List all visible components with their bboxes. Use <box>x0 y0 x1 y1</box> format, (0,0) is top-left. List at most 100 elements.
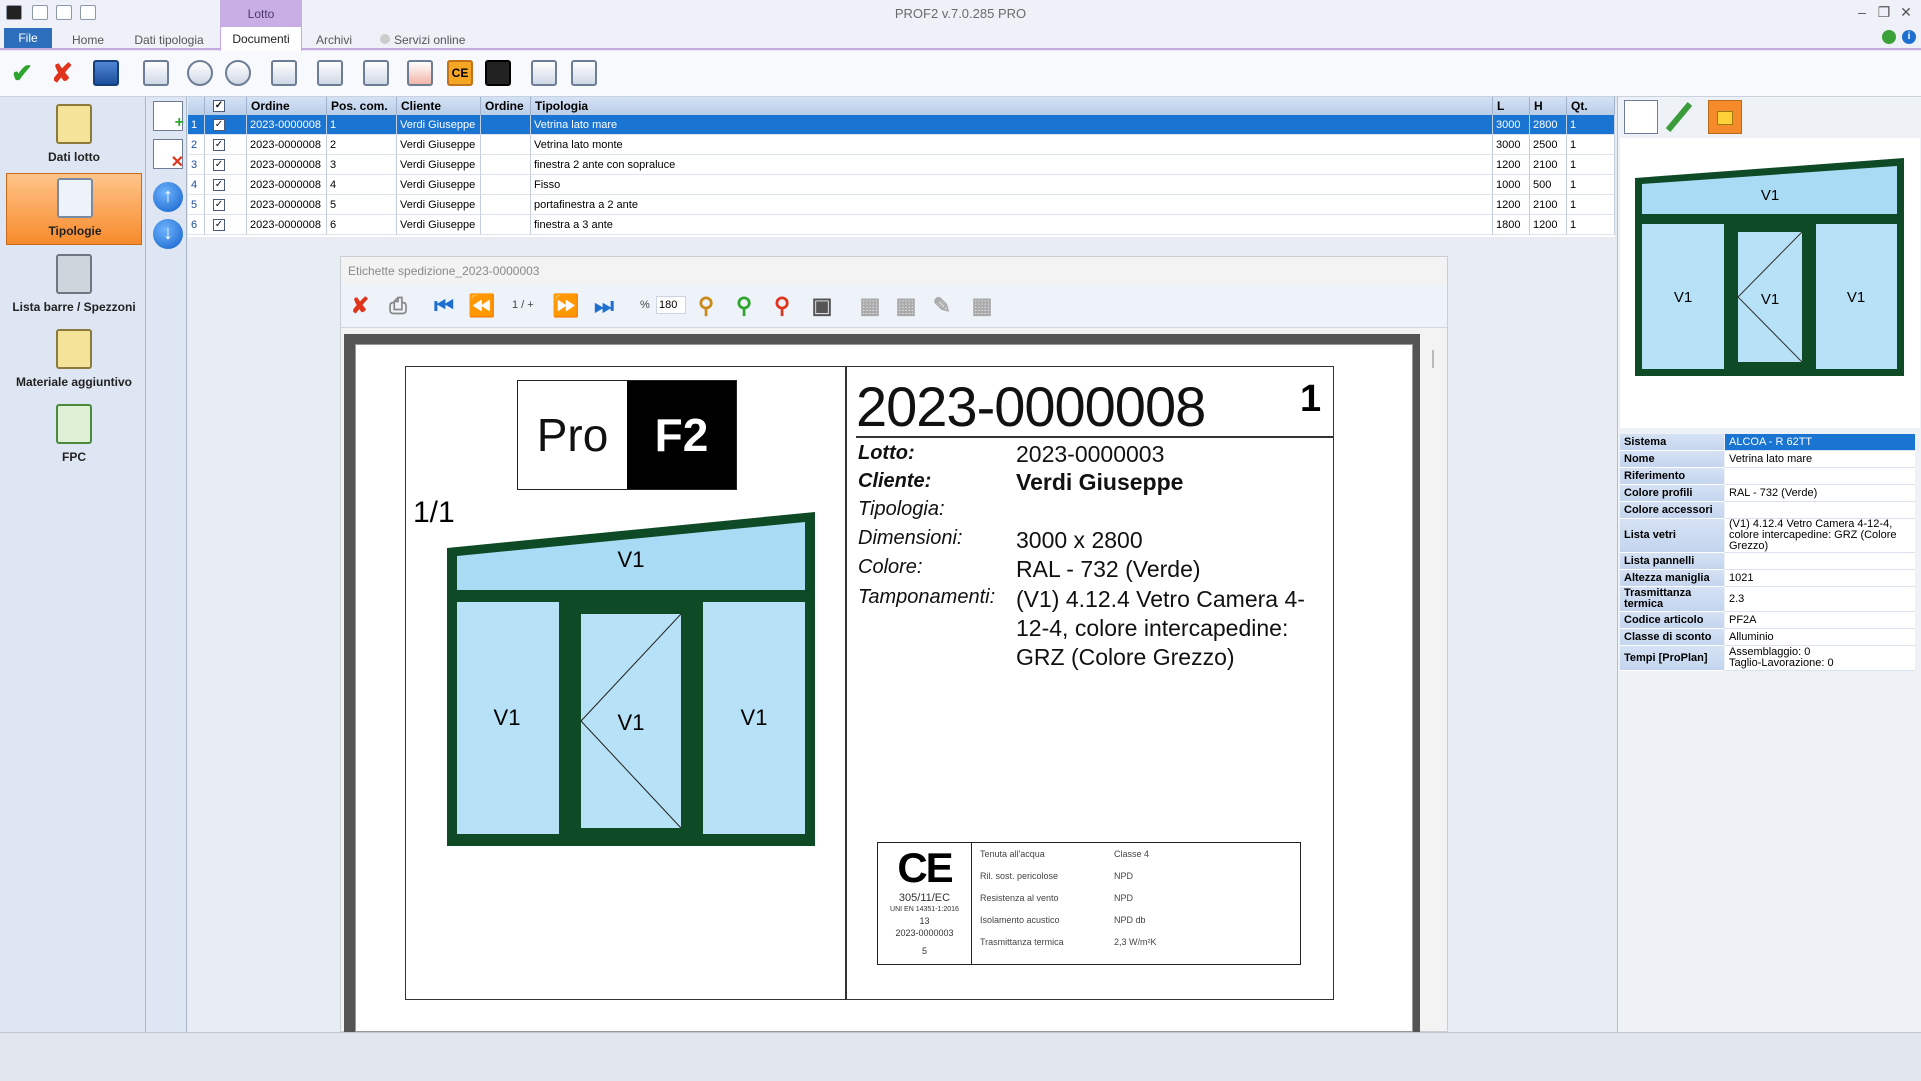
tab-servizi-online[interactable]: Servizi online <box>394 31 484 49</box>
save-disk-icon[interactable] <box>90 57 122 89</box>
document-icon[interactable] <box>528 57 560 89</box>
import-icon[interactable] <box>404 57 436 89</box>
nav-lista-barre[interactable]: Lista barre / Spezzoni <box>6 250 142 322</box>
property-row[interactable]: Altezza maniglia 1021 <box>1620 570 1916 587</box>
info-icon[interactable]: i <box>1902 30 1916 44</box>
property-row[interactable]: Sistema ALCOA - R 62TT <box>1620 434 1916 451</box>
zoom-fit-icon[interactable]: ▣ <box>808 292 836 320</box>
row-checkbox[interactable]: ✓ <box>213 159 225 171</box>
property-value[interactable]: 2.3 <box>1725 587 1915 612</box>
tab-file[interactable]: File <box>4 28 52 48</box>
move-up-icon[interactable]: ↑ <box>153 182 183 212</box>
nav-dati-lotto[interactable]: Dati lotto <box>6 100 142 172</box>
table-row[interactable]: 2 ✓ 2023-0000008 2 Verdi Giuseppe Vetrina lat… <box>188 135 1615 155</box>
close-icon[interactable]: ✕ <box>1896 3 1916 21</box>
settings-gear-icon[interactable] <box>184 57 216 89</box>
property-value[interactable]: 1021 <box>1725 570 1915 587</box>
preview-glass-right: V1 <box>1847 289 1865 306</box>
lock-open-icon[interactable] <box>1708 100 1742 134</box>
viewer-close-icon[interactable]: ✘ <box>346 292 374 320</box>
table-row[interactable]: 3 ✓ 2023-0000008 3 Verdi Giuseppe finestra 2 … <box>188 155 1615 175</box>
property-value[interactable]: ALCOA - R 62TT <box>1725 434 1915 451</box>
copy-report-icon[interactable]: ▦ <box>968 292 996 320</box>
document-2-icon[interactable] <box>568 57 600 89</box>
grid-header-qt[interactable]: Qt. <box>1567 97 1615 115</box>
grid-header-ordine[interactable]: Ordine <box>247 97 327 115</box>
property-row[interactable]: Lista pannelli <box>1620 553 1916 570</box>
property-value[interactable]: Vetrina lato mare <box>1725 451 1915 468</box>
zoom-icon[interactable]: ⚲ <box>692 292 720 320</box>
next-page-icon[interactable]: ⏩ <box>552 292 580 320</box>
minimize-icon[interactable]: – <box>1852 3 1872 21</box>
edit-document-icon[interactable] <box>1624 100 1658 134</box>
nav-tipologie[interactable]: Tipologie <box>6 173 142 245</box>
viewer-print-icon[interactable]: ⎙ <box>384 292 412 320</box>
export-excel-icon[interactable]: ▦ <box>892 292 920 320</box>
tab-home[interactable]: Home <box>66 31 110 49</box>
property-value[interactable] <box>1725 553 1915 570</box>
property-row[interactable]: Riferimento <box>1620 468 1916 485</box>
table-row[interactable]: 4 ✓ 2023-0000008 4 Verdi Giuseppe Fisso 1000 50… <box>188 175 1615 195</box>
grid-header-pos-com[interactable]: Pos. com. <box>327 97 397 115</box>
property-value[interactable]: Alluminio <box>1725 629 1915 646</box>
property-value[interactable] <box>1725 502 1915 519</box>
first-page-icon[interactable]: ⏮ <box>430 292 458 320</box>
row-checkbox[interactable]: ✓ <box>213 119 225 131</box>
pencil-icon[interactable] <box>1662 100 1696 134</box>
machine-icon[interactable] <box>314 57 346 89</box>
table-row[interactable]: 6 ✓ 2023-0000008 6 Verdi Giuseppe finestra a … <box>188 215 1615 235</box>
delete-row-icon[interactable]: ✕ <box>153 139 184 171</box>
tab-documenti[interactable]: Documenti <box>220 26 302 51</box>
grid-header-ordine-2[interactable]: Ordine <box>481 97 531 115</box>
table-cell-n: 2 <box>188 135 205 155</box>
add-row-icon[interactable]: + <box>153 101 184 131</box>
zoom-out-icon[interactable]: ⚲ <box>768 292 796 320</box>
property-value[interactable]: Assemblaggio: 0 Taglio-Lavorazione: 0 <box>1725 646 1915 671</box>
property-row[interactable]: Classe di sconto Alluminio <box>1620 629 1916 646</box>
export-word-icon[interactable]: ▦ <box>856 292 884 320</box>
row-checkbox[interactable]: ✓ <box>213 199 225 211</box>
last-page-icon[interactable]: ⏭ <box>590 292 618 320</box>
row-checkbox[interactable]: ✓ <box>213 219 225 231</box>
property-value[interactable]: (V1) 4.12.4 Vetro Camera 4-12-4, colore … <box>1725 519 1915 553</box>
tab-dati-tipologia[interactable]: Dati tipologia <box>124 31 214 49</box>
print-icon[interactable] <box>268 57 300 89</box>
property-row[interactable]: Codice articolo PF2A <box>1620 612 1916 629</box>
settings-gear-2-icon[interactable] <box>222 57 254 89</box>
property-value[interactable]: PF2A <box>1725 612 1915 629</box>
tab-archivi[interactable]: Archivi <box>312 31 356 49</box>
viewer-scrollbar[interactable] <box>1432 350 1434 368</box>
grid-header-l[interactable]: L <box>1493 97 1530 115</box>
ce-mark-icon[interactable]: CE <box>444 57 476 89</box>
nav-materiale-aggiuntivo[interactable]: Materiale aggiuntivo <box>6 325 142 397</box>
table-cell-qt: 1 <box>1567 175 1615 195</box>
restore-icon[interactable]: ❐ <box>1874 3 1894 21</box>
cancel-icon[interactable]: ✘ <box>46 57 78 89</box>
grid-header-h[interactable]: H <box>1530 97 1567 115</box>
prev-page-icon[interactable]: ⏪ <box>468 292 496 320</box>
fst-tech-icon[interactable] <box>482 57 514 89</box>
grid-header-tipologia[interactable]: Tipologia <box>531 97 1493 115</box>
property-row[interactable]: Lista vetri (V1) 4.12.4 Vetro Camera 4-12… <box>1620 519 1916 553</box>
property-row[interactable]: Tempi [ProPlan] Assemblaggio: 0 Taglio-La… <box>1620 646 1916 671</box>
row-checkbox[interactable]: ✓ <box>213 139 225 151</box>
property-row[interactable]: Trasmittanza termica 2.3 <box>1620 587 1916 612</box>
zoom-in-icon[interactable]: ⚲ <box>730 292 758 320</box>
grid-header-check[interactable]: ✓ <box>205 97 247 115</box>
edit-report-icon[interactable]: ✎ <box>928 292 956 320</box>
property-row[interactable]: Colore accessori <box>1620 502 1916 519</box>
grid-header-cliente[interactable]: Cliente <box>397 97 481 115</box>
property-row[interactable]: Colore profili RAL - 732 (Verde) <box>1620 485 1916 502</box>
property-value[interactable] <box>1725 468 1915 485</box>
row-checkbox[interactable]: ✓ <box>213 179 225 191</box>
confirm-icon[interactable]: ✔ <box>6 57 38 89</box>
property-value[interactable]: RAL - 732 (Verde) <box>1725 485 1915 502</box>
attach-icon[interactable] <box>360 57 392 89</box>
table-row[interactable]: 5 ✓ 2023-0000008 5 Verdi Giuseppe portafinest… <box>188 195 1615 215</box>
move-down-icon[interactable]: ↓ <box>153 219 183 249</box>
export-icon[interactable] <box>140 57 172 89</box>
nav-fpc[interactable]: FPC <box>6 400 142 472</box>
table-row[interactable]: 1 ✓ 2023-0000008 1 Verdi Giuseppe Vetrina lat… <box>188 115 1615 135</box>
zoom-input[interactable]: 180 <box>656 296 686 314</box>
property-row[interactable]: Nome Vetrina lato mare <box>1620 451 1916 468</box>
